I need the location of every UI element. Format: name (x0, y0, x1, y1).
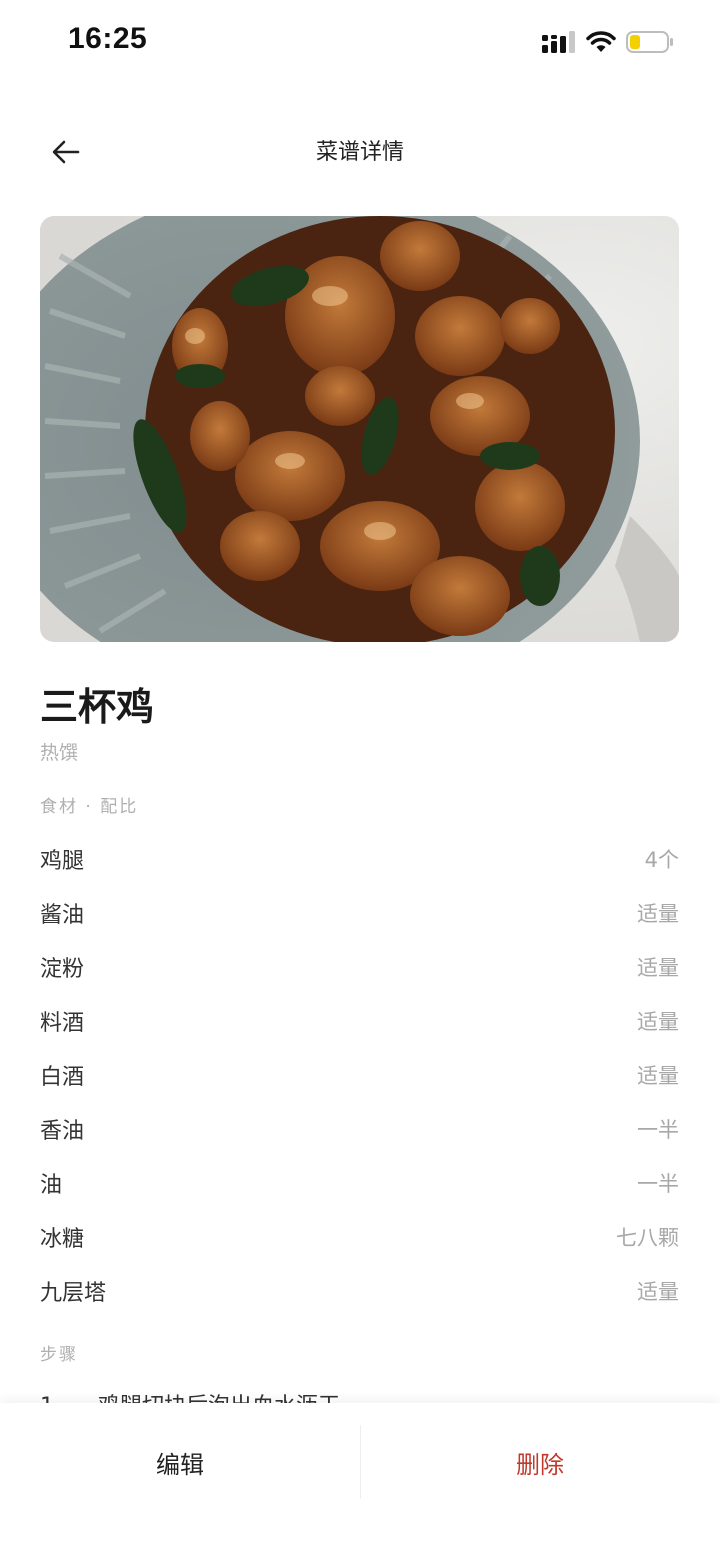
ingredient-amount: 适量 (637, 1064, 679, 1088)
ingredient-row: 香油 一半 (40, 1102, 679, 1156)
edit-button[interactable]: 编辑 (0, 1403, 360, 1521)
ingredient-name: 料酒 (40, 1011, 85, 1036)
steps-section-label: 步骤 (40, 1345, 78, 1365)
ingredient-amount: 七八颗 (616, 1226, 679, 1250)
nav-bar: 菜谱详情 (0, 110, 720, 194)
bottom-action-bar: 编辑 删除 (0, 1403, 720, 1557)
page-title: 菜谱详情 (315, 140, 404, 165)
ingredient-row: 淀粉 适量 (40, 940, 679, 994)
ingredient-row: 冰糖 七八颗 (40, 1210, 679, 1264)
recipe-category: 热馔 (40, 742, 79, 764)
ingredient-amount: 适量 (637, 1280, 679, 1304)
ingredient-name: 冰糖 (40, 1227, 85, 1252)
step-item: 1鸡腿切块后泡出血水沥干 (40, 1388, 680, 1404)
delete-button[interactable]: 删除 (360, 1403, 720, 1521)
ingredient-row: 料酒 适量 (40, 994, 679, 1048)
ingredient-amount: 一半 (637, 1118, 679, 1142)
recipe-image (40, 216, 679, 642)
recipe-title: 三杯鸡 (40, 685, 155, 729)
ingredient-row: 九层塔 适量 (40, 1264, 679, 1318)
ingredients-list: 鸡腿 4个 酱油 适量 淀粉 适量 料酒 适量 白酒 适量 香油 一半 油 一半… (40, 832, 679, 1318)
ingredient-row: 油 一半 (40, 1156, 679, 1210)
status-bar: 16:25 (0, 0, 720, 84)
ingredient-amount: 适量 (637, 1010, 679, 1034)
battery-icon (626, 31, 673, 53)
ingredient-name: 香油 (40, 1119, 85, 1144)
ingredient-name: 鸡腿 (40, 849, 85, 874)
ingredient-amount: 4个 (644, 848, 679, 872)
status-icons (542, 28, 674, 56)
ingredient-row: 鸡腿 4个 (40, 832, 679, 886)
ingredient-name: 白酒 (40, 1065, 85, 1090)
cellular-signal-icon (542, 31, 575, 53)
ingredient-row: 白酒 适量 (40, 1048, 679, 1102)
ingredient-row: 酱油 适量 (40, 886, 679, 940)
ingredient-amount: 一半 (637, 1172, 679, 1196)
ingredients-section-label: 食材 · 配比 (40, 797, 139, 817)
ingredient-name: 油 (40, 1173, 63, 1198)
wifi-icon (586, 31, 616, 52)
ingredient-name: 酱油 (40, 903, 85, 928)
status-time: 16:25 (68, 22, 148, 55)
ingredient-amount: 适量 (637, 956, 679, 980)
ingredient-amount: 适量 (637, 902, 679, 926)
ingredient-name: 淀粉 (40, 957, 85, 982)
ingredient-name: 九层塔 (40, 1281, 107, 1306)
